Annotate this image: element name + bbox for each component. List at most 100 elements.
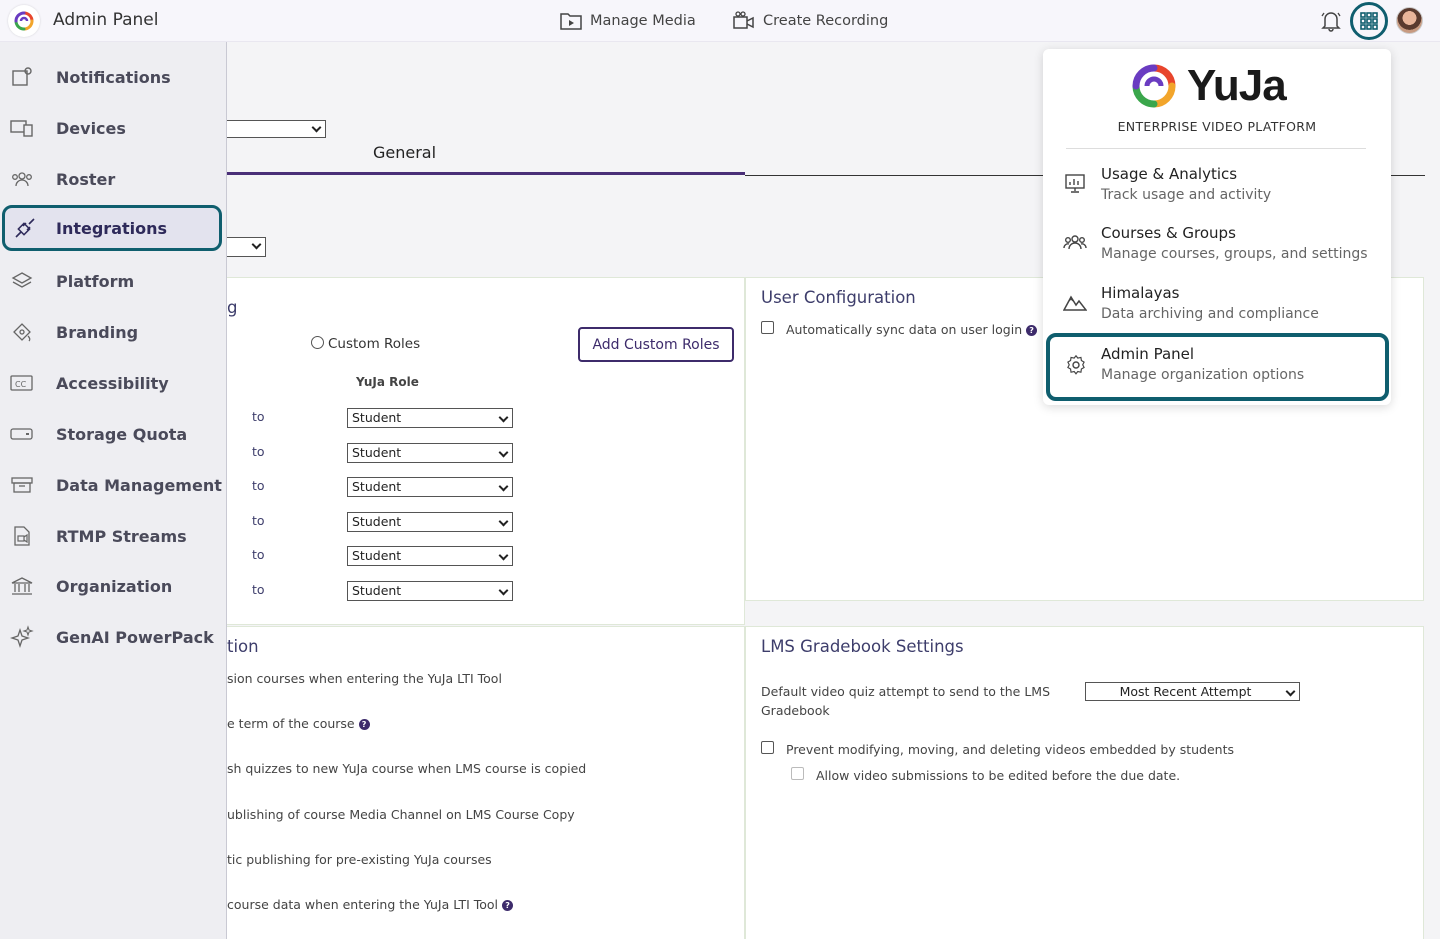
course-option-1: sion courses when entering the YuJa LTI … [227, 671, 502, 686]
user-config-title: User Configuration [761, 288, 916, 307]
sidebar-item-label: Roster [56, 169, 116, 189]
sidebar-item-organization[interactable]: Organization [0, 563, 227, 609]
manage-media-link[interactable]: Manage Media [560, 11, 696, 31]
sidebar-item-data-management[interactable]: Data Management [0, 462, 227, 508]
create-recording-label: Create Recording [763, 13, 889, 29]
sidebar-item-label: Data Management [56, 475, 222, 495]
attempt-label-1: Default video quiz attempt to send to th… [761, 684, 1051, 699]
dropdown-item-desc: Manage courses, groups, and settings [1101, 246, 1368, 262]
to-label: to [252, 409, 265, 424]
help-icon[interactable]: ? [358, 719, 370, 730]
branding-icon [10, 320, 34, 344]
dropdown-item-courses-groups[interactable]: Courses & Groups Manage courses, groups,… [1055, 218, 1381, 276]
grid-icon [1360, 12, 1378, 30]
roster-icon [10, 167, 34, 191]
yuja-swirl-icon [1132, 64, 1176, 108]
yuja-role-select[interactable]: Student [347, 408, 513, 428]
video-camera-icon [733, 11, 754, 29]
prevent-modify-checkbox[interactable] [761, 741, 774, 754]
dropdown-item-desc: Track usage and activity [1101, 187, 1272, 203]
yuja-role-select[interactable]: Student [347, 443, 513, 463]
rtmp-icon [10, 524, 34, 548]
accessibility-icon: CC [10, 371, 34, 395]
svg-text:CC: CC [15, 380, 27, 389]
help-icon[interactable]: ? [502, 900, 514, 911]
sidebar-item-label: Integrations [56, 218, 168, 238]
course-option-3: sh quizzes to new YuJa course when LMS c… [227, 761, 587, 776]
dropdown-item-desc: Data archiving and compliance [1101, 306, 1319, 322]
tab-active-underline [226, 172, 745, 175]
sidebar-item-notifications[interactable]: Notifications [0, 54, 227, 100]
gear-icon [1064, 353, 1088, 377]
sidebar-item-storage-quota[interactable]: Storage Quota [0, 411, 227, 457]
sidebar-item-rtmp-streams[interactable]: RTMP Streams [0, 513, 227, 559]
add-custom-roles-button[interactable]: Add Custom Roles [578, 327, 734, 362]
course-option-2: e term of the course? [227, 716, 370, 731]
sparkle-icon [10, 625, 34, 649]
to-label: to [252, 444, 265, 459]
allow-edit-label: Allow video submissions to be edited bef… [816, 768, 1181, 783]
course-option-5: tic publishing for pre-existing YuJa cou… [227, 852, 492, 867]
tab-general[interactable]: General [373, 143, 436, 162]
to-label: to [252, 478, 265, 493]
sidebar-item-platform[interactable]: Platform [0, 258, 227, 304]
media-folder-icon [560, 13, 582, 30]
sidebar-item-label: Notifications [56, 67, 171, 87]
create-recording-link[interactable]: Create Recording [733, 11, 888, 31]
quiz-attempt-select[interactable]: Most Recent Attempt [1085, 682, 1300, 701]
sidebar-item-branding[interactable]: Branding [0, 309, 227, 355]
integrations-icon [13, 216, 37, 240]
sidebar-item-label: Accessibility [56, 373, 169, 393]
analytics-icon [1063, 171, 1087, 195]
yuja-logo-icon[interactable] [8, 5, 40, 37]
groups-icon [1063, 230, 1087, 254]
custom-roles-label: Custom Roles [328, 336, 421, 352]
auto-sync-checkbox[interactable] [761, 321, 774, 334]
apps-grid-button[interactable] [1350, 2, 1388, 40]
sidebar-item-integrations[interactable]: Integrations [2, 205, 222, 251]
dropdown-item-admin-panel[interactable]: Admin Panel Manage organization options [1046, 333, 1389, 401]
app-title: Admin Panel [53, 10, 159, 30]
auto-sync-label: Automatically sync data on user login? [786, 322, 1038, 337]
to-label: to [252, 582, 265, 597]
notifications-icon [10, 65, 34, 89]
sidebar-item-label: Devices [56, 118, 126, 138]
storage-icon [10, 422, 34, 446]
dropdown-divider [1066, 148, 1366, 149]
dropdown-item-desc: Manage organization options [1101, 367, 1305, 383]
top-select[interactable] [226, 120, 326, 138]
course-option-6: course data when entering the YuJa LTI T… [227, 897, 514, 912]
sidebar: Notifications Devices Roster Integration… [0, 42, 227, 939]
organization-icon [10, 574, 34, 598]
platform-subtitle: ENTERPRISE VIDEO PLATFORM [1117, 119, 1317, 134]
to-label: to [252, 547, 265, 562]
dropdown-item-himalayas[interactable]: Himalayas Data archiving and compliance [1055, 278, 1381, 336]
yuja-logo-text: YuJa [1187, 61, 1287, 110]
course-option-4: ublishing of course Media Channel on LMS… [227, 807, 575, 822]
allow-edit-checkbox[interactable] [791, 767, 804, 780]
notification-bell-icon[interactable] [1318, 8, 1344, 34]
data-management-icon [10, 473, 34, 497]
mountain-icon [1063, 290, 1087, 314]
help-icon[interactable]: ? [1026, 325, 1038, 336]
yuja-role-header: YuJa Role [356, 375, 419, 389]
dropdown-item-title: Himalayas [1101, 284, 1180, 302]
sidebar-item-genai-powerpack[interactable]: GenAI PowerPack [0, 614, 227, 660]
secondary-select[interactable] [226, 237, 266, 257]
top-bar: Admin Panel Manage Media Create Recordin… [0, 0, 1440, 42]
yuja-role-select[interactable]: Student [347, 477, 513, 497]
user-avatar[interactable] [1396, 7, 1423, 34]
sidebar-item-label: RTMP Streams [56, 526, 187, 546]
yuja-role-select[interactable]: Student [347, 581, 513, 601]
yuja-role-select[interactable]: Student [347, 546, 513, 566]
role-panel-title: g [227, 298, 238, 317]
sidebar-item-label: Organization [56, 576, 173, 596]
yuja-role-select[interactable]: Student [347, 512, 513, 532]
dropdown-item-title: Admin Panel [1101, 345, 1195, 363]
custom-roles-radio[interactable] [311, 336, 324, 349]
sidebar-item-label: Platform [56, 271, 135, 291]
sidebar-item-devices[interactable]: Devices [0, 105, 227, 151]
dropdown-item-usage-analytics[interactable]: Usage & Analytics Track usage and activi… [1055, 159, 1381, 217]
sidebar-item-roster[interactable]: Roster [0, 156, 227, 202]
sidebar-item-accessibility[interactable]: CC Accessibility [0, 360, 227, 406]
